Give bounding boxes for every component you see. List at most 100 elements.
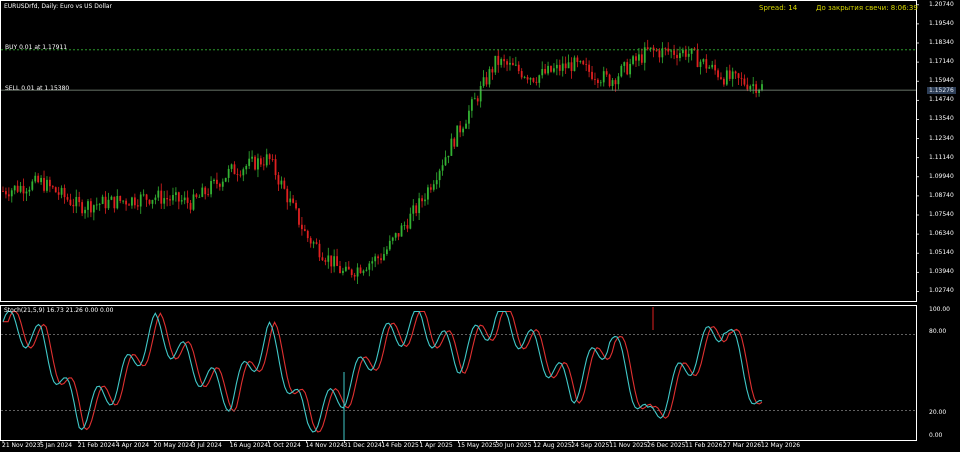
candle-body [555, 64, 558, 69]
candle-body [594, 79, 596, 80]
candle-body [646, 47, 649, 50]
candle-body [60, 187, 63, 195]
candle-body [523, 77, 526, 78]
candle-body [48, 179, 51, 187]
candle-body [476, 98, 479, 102]
candle-body [749, 86, 752, 90]
candle-body [462, 128, 464, 133]
candle-body [315, 242, 318, 244]
candle-body [421, 198, 423, 202]
candle-body [459, 125, 462, 133]
candle-body [233, 164, 236, 175]
candle-body [635, 56, 637, 61]
time-tick-label: 30 Jun 2025 [495, 442, 532, 449]
candle-body [133, 197, 136, 206]
sell-order-label[interactable]: SELL 0.01 at 1.15380 [5, 85, 69, 93]
price-tick-label: 1.14740 [929, 96, 954, 104]
candle-body [342, 270, 344, 274]
stochastic-lines [2, 310, 763, 433]
price-tick-label: 1.13540 [929, 115, 954, 123]
candle-body [725, 70, 728, 85]
time-tick-label: 21 Feb 2024 [77, 442, 116, 449]
candle-body [702, 59, 705, 62]
candle-body [295, 202, 297, 209]
candle-body [54, 187, 57, 193]
candle-body [723, 78, 725, 85]
candle-body [251, 156, 253, 159]
candle-body [412, 205, 415, 214]
candle-body [189, 202, 192, 210]
candle-body [321, 257, 324, 261]
candle-body [626, 62, 629, 75]
current-price-badge: 1.15276 [927, 87, 956, 94]
candle-body [588, 64, 591, 72]
price-tick-label: 1.15940 [929, 77, 954, 85]
candle-body [517, 64, 520, 72]
candle-body [664, 48, 667, 50]
candle-body [303, 229, 306, 231]
time-tick-label: 3 Jul 2024 [191, 442, 222, 449]
candle-body [66, 197, 69, 200]
candle-body [403, 225, 406, 226]
candle-body [180, 200, 183, 202]
candle-body [277, 175, 280, 185]
candle-body [400, 225, 403, 237]
candle-body [453, 138, 456, 147]
candle-body [75, 196, 78, 207]
stoch-main-line [2, 310, 763, 433]
chart-area[interactable] [0, 0, 960, 452]
price-tick-label: 1.05140 [929, 249, 954, 257]
candle-body [676, 54, 678, 58]
candle-body [708, 67, 711, 69]
price-candles [2, 39, 763, 285]
price-tick-label: 1.19540 [929, 19, 954, 27]
candle-body [623, 62, 626, 66]
price-tick-label: 1.02740 [929, 287, 954, 295]
candle-body [163, 198, 166, 204]
candle-body [84, 209, 86, 214]
candle-body [415, 205, 418, 214]
candle-body [755, 84, 758, 94]
price-tick-label: 1.17140 [929, 58, 954, 66]
time-tick-label: 12 May 2026 [761, 442, 801, 449]
candle-body [198, 196, 201, 198]
candle-body [292, 198, 295, 203]
buy-order-label[interactable]: BUY 0.01 at 1.17911 [5, 44, 67, 52]
candle-body [362, 270, 365, 274]
candle-body [690, 48, 693, 54]
candle-body [142, 194, 145, 196]
candle-body [391, 237, 394, 241]
candle-body [608, 74, 611, 87]
candle-body [236, 174, 239, 175]
candle-body [298, 208, 300, 225]
candle-body [333, 256, 336, 267]
candle-body [268, 154, 271, 160]
price-tick-label: 1.08740 [929, 191, 954, 199]
candle-body [157, 190, 160, 198]
candle-body [216, 179, 218, 184]
candle-body [649, 47, 652, 50]
candle-body [63, 187, 66, 198]
candle-body [485, 77, 488, 85]
time-tick-label: 21 Nov 2023 [2, 442, 41, 449]
candle-body [385, 249, 388, 255]
candle-body [567, 62, 570, 69]
candle-body [195, 194, 198, 198]
candle-body [638, 54, 640, 61]
candle-body [104, 196, 107, 209]
candle-body [7, 194, 10, 197]
candle-body [344, 266, 347, 271]
candle-body [450, 138, 453, 156]
candle-body [438, 170, 441, 181]
candle-body [494, 55, 497, 73]
candle-body [720, 77, 722, 79]
spread-readout: Spread: 14 [759, 4, 798, 12]
candle-body [632, 56, 634, 64]
candle-countdown: До закрытия свечи: 8:06:39 [816, 4, 918, 12]
candle-body [113, 196, 116, 209]
candle-body [576, 57, 579, 62]
candle-body [377, 256, 380, 259]
candle-body [605, 71, 608, 75]
candle-body [596, 79, 599, 84]
candle-body [336, 256, 338, 266]
